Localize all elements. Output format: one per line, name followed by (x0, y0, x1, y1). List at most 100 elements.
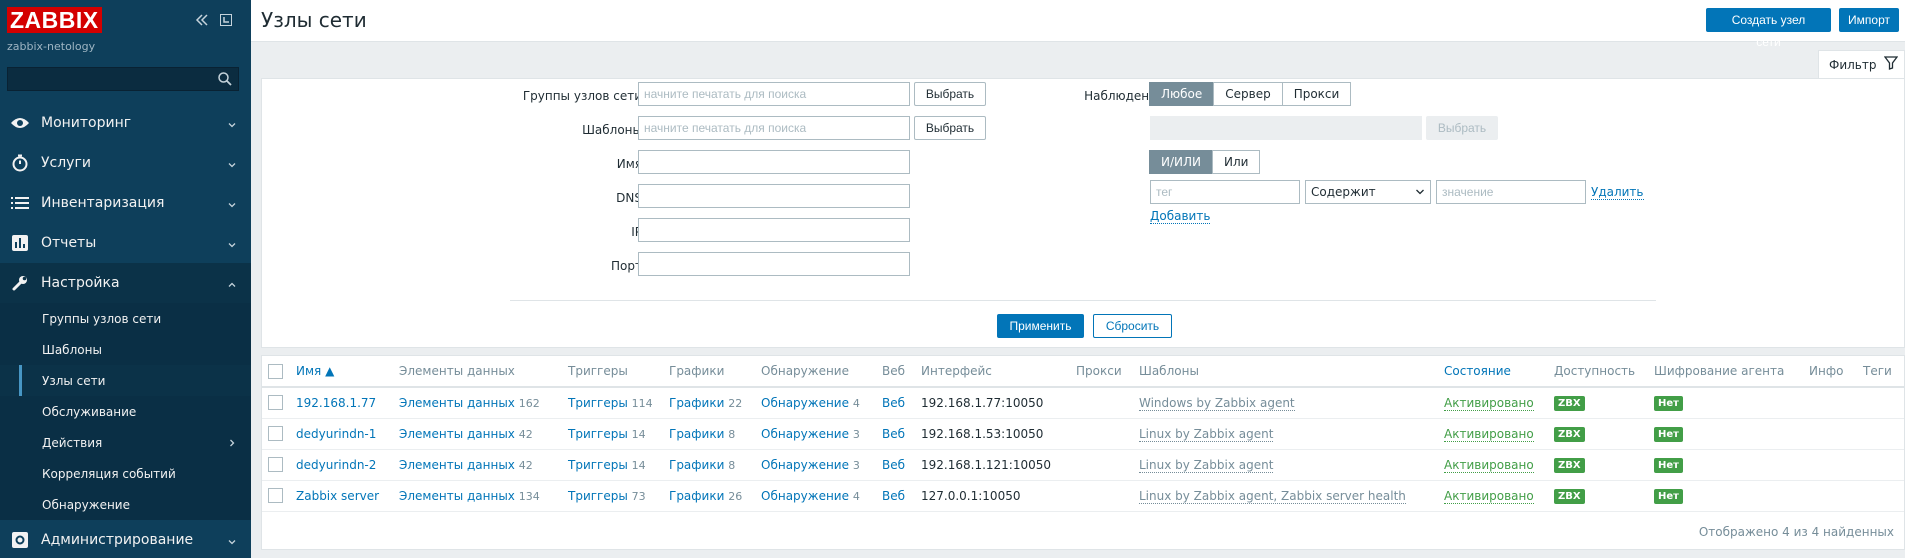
zabbix-logo[interactable]: ZABBIX (7, 7, 102, 33)
monitored-by-proxy[interactable]: Прокси (1281, 82, 1352, 106)
eye-icon (9, 112, 31, 134)
menu-item-services[interactable]: Услуги (0, 143, 251, 183)
host-name-link[interactable]: dedyurindn-2 (296, 458, 376, 472)
host-name-link[interactable]: 192.168.1.77 (296, 396, 376, 410)
menu-item-inventory[interactable]: Инвентаризация (0, 183, 251, 223)
filter-tab[interactable]: Фильтр (1818, 50, 1905, 78)
host-groups-input[interactable]: начните печатать для поиска (638, 82, 910, 106)
dns-input[interactable] (638, 184, 910, 208)
row-checkbox[interactable] (268, 426, 283, 441)
col-graphs: Графики (665, 356, 757, 388)
tag-operator-select[interactable]: Содержит (1305, 180, 1431, 204)
items-link[interactable]: Элементы данных (399, 427, 515, 441)
row-checkbox[interactable] (268, 457, 283, 472)
discovery-link[interactable]: Обнаружение (761, 396, 849, 410)
discovery-link[interactable]: Обнаружение (761, 458, 849, 472)
monitored-by-server[interactable]: Сервер (1213, 82, 1283, 106)
monitored-by-any[interactable]: Любое (1149, 82, 1215, 106)
proxy-input (1150, 116, 1422, 140)
create-host-button[interactable]: Создать узел сети (1706, 8, 1831, 49)
status-link[interactable]: Активировано (1444, 488, 1534, 504)
menu-item-configuration[interactable]: Настройка (0, 263, 251, 303)
triggers-link[interactable]: Триггеры (568, 489, 628, 503)
submenu-label: Шаблоны (42, 342, 102, 357)
discovery-count: 4 (852, 489, 860, 503)
report-icon (9, 232, 31, 254)
menu-item-monitoring[interactable]: Мониторинг (0, 103, 251, 143)
sort-status-link[interactable]: Состояние (1444, 364, 1511, 378)
gear-icon (9, 529, 31, 551)
status-link[interactable]: Активировано (1444, 395, 1534, 411)
template-link[interactable]: Windows by Zabbix agent (1139, 395, 1295, 411)
items-link[interactable]: Элементы данных (399, 458, 515, 472)
items-count: 42 (518, 458, 533, 472)
select-all-checkbox[interactable] (268, 363, 283, 379)
graphs-link[interactable]: Графики (669, 427, 724, 441)
col-interface: Интерфейс (917, 356, 1072, 388)
col-name[interactable]: Имя ▲ (292, 356, 395, 388)
template-link[interactable]: Linux by Zabbix agent (1139, 457, 1274, 473)
web-link[interactable]: Веб (882, 396, 905, 410)
status-link[interactable]: Активировано (1444, 457, 1534, 473)
triggers-count: 73 (631, 489, 646, 503)
remove-tag-link[interactable]: Удалить (1591, 185, 1644, 200)
hosts-table-container: Имя ▲ Элементы данных Триггеры Графики О… (261, 355, 1905, 550)
template-link[interactable]: Linux by Zabbix agent (1139, 426, 1274, 442)
row-checkbox[interactable] (268, 395, 283, 411)
submenu-item-event-correlation[interactable]: Корреляция событий (0, 458, 251, 489)
graphs-link[interactable]: Графики (669, 396, 724, 410)
submenu-item-maintenance[interactable]: Обслуживание (0, 396, 251, 427)
triggers-link[interactable]: Триггеры (568, 458, 628, 472)
submenu-item-host-groups[interactable]: Группы узлов сети (0, 303, 251, 334)
kiosk-mode-icon[interactable] (218, 12, 236, 28)
tags-and-or[interactable]: И/ИЛИ (1149, 150, 1213, 174)
items-link[interactable]: Элементы данных (399, 489, 515, 503)
host-groups-select-button[interactable]: Выбрать (914, 82, 986, 106)
col-templates: Шаблоны (1135, 356, 1440, 388)
name-input[interactable] (638, 150, 910, 174)
host-name-link[interactable]: dedyurindn-1 (296, 427, 376, 441)
import-button[interactable]: Импорт (1839, 8, 1899, 32)
web-link[interactable]: Веб (882, 427, 905, 441)
menu-item-reports[interactable]: Отчеты (0, 223, 251, 263)
discovery-link[interactable]: Обнаружение (761, 427, 849, 441)
col-status[interactable]: Состояние (1440, 356, 1550, 388)
tag-name-input[interactable]: тег (1150, 180, 1300, 204)
templates-select-button[interactable]: Выбрать (914, 116, 986, 140)
chevron-down-icon (227, 238, 237, 254)
items-count: 162 (518, 396, 540, 410)
host-name-link[interactable]: Zabbix server (296, 489, 379, 503)
port-input[interactable] (638, 252, 910, 276)
collapse-sidebar-icon[interactable] (194, 12, 212, 28)
sidebar-search-input[interactable] (7, 67, 239, 91)
templates-input[interactable]: начните печатать для поиска (638, 116, 910, 140)
web-link[interactable]: Веб (882, 489, 905, 503)
menu-item-administration[interactable]: Администрирование (0, 520, 251, 558)
discovery-link[interactable]: Обнаружение (761, 489, 849, 503)
tag-value-input[interactable]: значение (1436, 180, 1586, 204)
status-link[interactable]: Активировано (1444, 426, 1534, 442)
page-header: Узлы сети Создать узел сети Импорт (251, 0, 1905, 49)
submenu-item-discovery[interactable]: Обнаружение (0, 489, 251, 520)
chevron-down-icon (227, 118, 237, 134)
reset-filter-button[interactable]: Сбросить (1093, 314, 1172, 338)
graphs-link[interactable]: Графики (669, 489, 724, 503)
graphs-link[interactable]: Графики (669, 458, 724, 472)
row-checkbox[interactable] (268, 488, 283, 503)
apply-filter-button[interactable]: Применить (997, 314, 1084, 338)
submenu-item-templates[interactable]: Шаблоны (0, 334, 251, 365)
proxy-cell (1072, 387, 1135, 419)
web-link[interactable]: Веб (882, 458, 905, 472)
submenu-item-hosts[interactable]: Узлы сети (0, 365, 251, 396)
sort-name-link[interactable]: Имя ▲ (296, 364, 334, 378)
triggers-link[interactable]: Триггеры (568, 427, 628, 441)
template-link[interactable]: Linux by Zabbix agent, Zabbix server hea… (1139, 488, 1406, 504)
tags-or[interactable]: Или (1212, 150, 1261, 174)
logo-wrap[interactable]: ZABBIX (7, 7, 102, 33)
ip-input[interactable] (638, 218, 910, 242)
search-icon[interactable] (217, 71, 233, 90)
submenu-item-actions[interactable]: Действия (0, 427, 251, 458)
items-link[interactable]: Элементы данных (399, 396, 515, 410)
triggers-link[interactable]: Триггеры (568, 396, 628, 410)
add-tag-link[interactable]: Добавить (1150, 209, 1211, 224)
